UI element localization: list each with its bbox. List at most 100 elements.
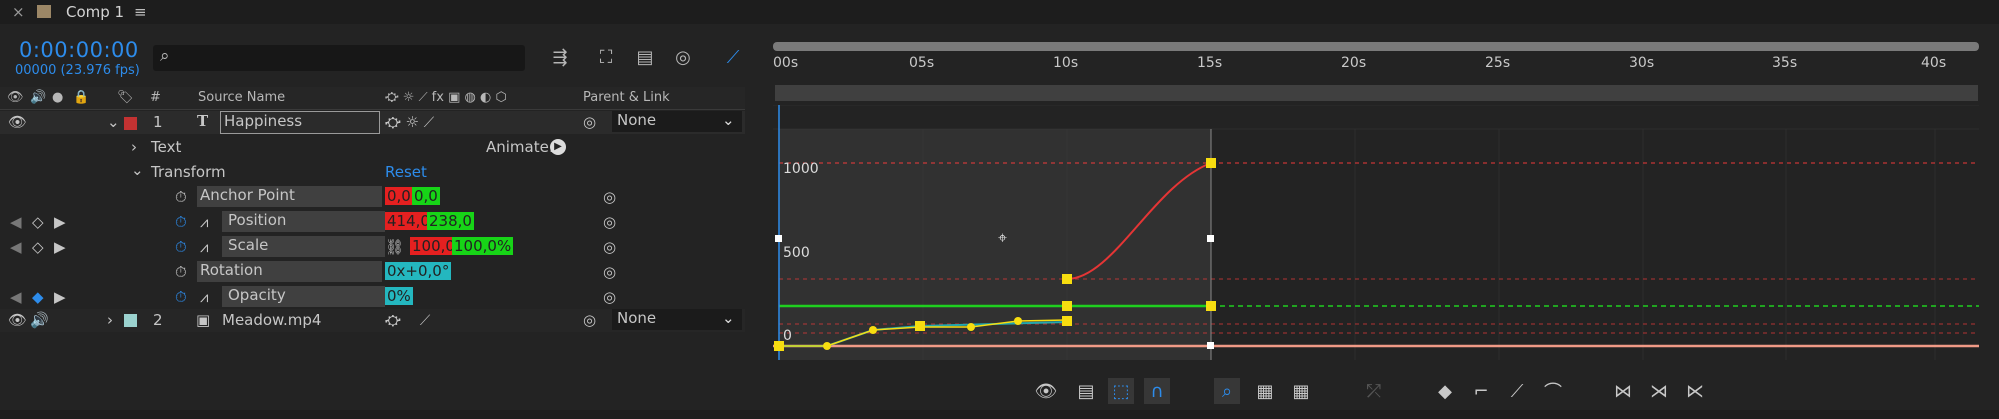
anchor-point-row[interactable]: ⏱ Anchor Point 0,0 0,0 ◎ <box>0 186 745 209</box>
fit-selection-icon[interactable]: ▦ <box>1252 378 1278 404</box>
solo-icon[interactable]: ● <box>52 90 63 105</box>
work-area-bar[interactable] <box>775 85 1978 101</box>
twirl-down-icon[interactable]: ⌄ <box>131 161 144 179</box>
layer-switches[interactable]: ⛮ ☼ ⟋ <box>385 113 434 131</box>
time-ruler[interactable]: 00s 05s 10s 15s 20s 25s 30s 35s 40s <box>773 55 1977 78</box>
tab-menu-icon[interactable]: ≡ <box>134 3 147 21</box>
graph-editor-icon[interactable]: ⟋ <box>720 45 746 69</box>
easy-ease-in-icon[interactable]: ⋊ <box>1646 378 1672 404</box>
lock-icon[interactable]: 🔒 <box>73 90 89 105</box>
add-keyframe-icon[interactable]: ◇ <box>32 213 44 231</box>
audio-icon[interactable]: 🔊 <box>30 311 49 329</box>
motion-blur-icon[interactable]: ◎ <box>670 45 696 69</box>
opacity-value[interactable]: 0% <box>385 287 413 305</box>
separate-dimensions-icon[interactable]: ⤱ <box>1361 378 1387 404</box>
parent-link-column[interactable]: Parent & Link <box>583 90 670 105</box>
ruler-tick-label: 25s <box>1485 55 1511 71</box>
next-keyframe-icon[interactable]: ▶ <box>54 288 66 306</box>
layer-name[interactable]: Happiness <box>220 111 380 134</box>
auto-bezier-icon[interactable]: ⌒ <box>1540 378 1566 404</box>
source-name-column[interactable]: Source Name <box>198 90 285 105</box>
chevron-down-icon[interactable]: ⌄ <box>722 309 735 327</box>
keyframe-selection-area[interactable] <box>779 129 1211 360</box>
anchor-x-value[interactable]: 0,0 <box>385 187 413 205</box>
animate-button[interactable]: ▶ <box>550 139 566 155</box>
scale-y-value[interactable]: 100,0% <box>452 237 514 255</box>
position-y-value[interactable]: 238,0 <box>427 212 474 230</box>
position-x-value[interactable]: 414,0 <box>385 212 432 230</box>
twirl-right-icon[interactable]: › <box>107 311 113 329</box>
current-time-display[interactable]: 0:00:00:00 <box>19 38 139 62</box>
composition-mini-flowchart-icon[interactable]: ⇶ <box>547 45 573 69</box>
pick-whip-icon[interactable]: ◎ <box>583 311 596 329</box>
video-visibility-icon[interactable]: 👁 <box>7 90 24 105</box>
show-properties-eye-icon[interactable]: 👁 <box>1033 378 1059 404</box>
layer-row-2[interactable]: 👁 🔊 › 2 ▣ Meadow.mp4 ⛮ ⟋ ◎ None ⌄ <box>0 309 745 332</box>
next-keyframe-icon[interactable]: ▶ <box>54 213 66 231</box>
stopwatch-icon[interactable]: ⏱ <box>175 263 187 281</box>
prev-keyframe-icon[interactable]: ◀ <box>10 213 22 231</box>
pick-whip-icon[interactable]: ◎ <box>603 238 616 256</box>
graph-include-icon[interactable]: ⩘ <box>200 213 208 231</box>
add-keyframe-icon[interactable]: ◇ <box>32 238 44 256</box>
fit-all-icon[interactable]: ▦ <box>1288 378 1314 404</box>
time-navigator[interactable] <box>773 42 1979 51</box>
constrain-proportions-icon[interactable]: ⛓ <box>385 238 404 256</box>
graph-include-icon[interactable]: ⩘ <box>200 238 208 256</box>
ruler-tick-label: 15s <box>1197 55 1223 71</box>
graph-options-icon[interactable]: ▤ <box>1073 378 1099 404</box>
chevron-down-icon[interactable]: ⌄ <box>722 111 735 129</box>
transform-row[interactable]: ⌄ Transform Reset <box>0 161 745 184</box>
layer-name[interactable]: Meadow.mp4 <box>222 311 321 329</box>
rotation-value[interactable]: 0x+0,0° <box>385 262 452 280</box>
graph-editor[interactable]: ⌖ <box>773 105 1979 360</box>
rotation-row[interactable]: ⏱ Rotation 0x+0,0° ◎ <box>0 261 745 284</box>
position-row[interactable]: ◀ ◇ ▶ ⏱ ⩘ Position 414,0 238,0 ◎ <box>0 211 745 234</box>
label-tag-icon[interactable]: 🏷 <box>117 90 134 105</box>
visibility-eye-icon[interactable]: 👁 <box>8 311 27 329</box>
twirl-down-icon[interactable]: ⌄ <box>107 113 120 131</box>
pick-whip-icon[interactable]: ◎ <box>603 263 616 281</box>
scale-x-value[interactable]: 100,0 <box>410 237 457 255</box>
close-tab-icon[interactable]: × <box>12 3 25 21</box>
opacity-row[interactable]: ◀ ◆ ▶ ⏱ ⩘ Opacity 0% ◎ <box>0 286 745 309</box>
visibility-eye-icon[interactable]: 👁 <box>8 113 27 131</box>
audio-icon[interactable]: 🔊 <box>30 90 46 105</box>
graph-include-icon[interactable]: ⩘ <box>200 288 208 306</box>
pick-whip-icon[interactable]: ◎ <box>603 213 616 231</box>
stopwatch-icon[interactable]: ⏱ <box>175 213 187 231</box>
scale-row[interactable]: ◀ ◇ ▶ ⏱ ⩘ Scale ⛓ 100,0 100,0% ◎ <box>0 236 745 259</box>
keyframe-at-time-icon[interactable]: ◆ <box>32 288 44 306</box>
auto-zoom-height-icon[interactable]: ⌕ <box>1214 378 1240 404</box>
frame-blending-icon[interactable]: ▤ <box>632 45 658 69</box>
number-column: # <box>150 90 161 105</box>
edit-keyframe-icon[interactable]: ◆ <box>1432 378 1458 404</box>
next-keyframe-icon[interactable]: ▶ <box>54 238 66 256</box>
prev-keyframe-icon[interactable]: ◀ <box>10 238 22 256</box>
hold-keyframe-icon[interactable]: ⌐ <box>1468 378 1494 404</box>
pick-whip-icon[interactable]: ◎ <box>583 113 596 131</box>
search-input[interactable] <box>153 45 525 71</box>
stopwatch-icon[interactable]: ⏱ <box>175 188 187 206</box>
label-color-swatch[interactable] <box>124 314 137 327</box>
label-color-swatch[interactable] <box>124 117 137 130</box>
stopwatch-icon[interactable]: ⏱ <box>175 288 187 306</box>
reset-link[interactable]: Reset <box>385 163 427 181</box>
layer-switches[interactable]: ⛮ ⟋ <box>385 311 430 329</box>
pick-whip-icon[interactable]: ◎ <box>603 188 616 206</box>
pick-whip-icon[interactable]: ◎ <box>603 288 616 306</box>
easy-ease-out-icon[interactable]: ⋉ <box>1682 378 1708 404</box>
linear-keyframe-icon[interactable]: ⟋ <box>1504 378 1530 404</box>
text-property-row[interactable]: › Text Animate: ▶ <box>0 136 745 159</box>
stopwatch-icon[interactable]: ⏱ <box>175 238 187 256</box>
transform-box-icon[interactable]: ⬚ <box>1108 378 1134 404</box>
anchor-y-value[interactable]: 0,0 <box>412 187 440 205</box>
layer-row-1[interactable]: 👁 ⌄ 1 T Happiness ⛮ ☼ ⟋ ◎ None ⌄ <box>0 111 745 134</box>
twirl-right-icon[interactable]: › <box>131 138 137 156</box>
easy-ease-icon[interactable]: ⋈ <box>1610 378 1636 404</box>
snap-icon[interactable]: ∩ <box>1144 378 1170 404</box>
rotation-label: Rotation <box>197 261 382 282</box>
comp-tab-title[interactable]: Comp 1 <box>66 3 124 21</box>
prev-keyframe-icon[interactable]: ◀ <box>10 288 22 306</box>
draft-3d-icon[interactable]: ⛶ <box>593 45 619 69</box>
